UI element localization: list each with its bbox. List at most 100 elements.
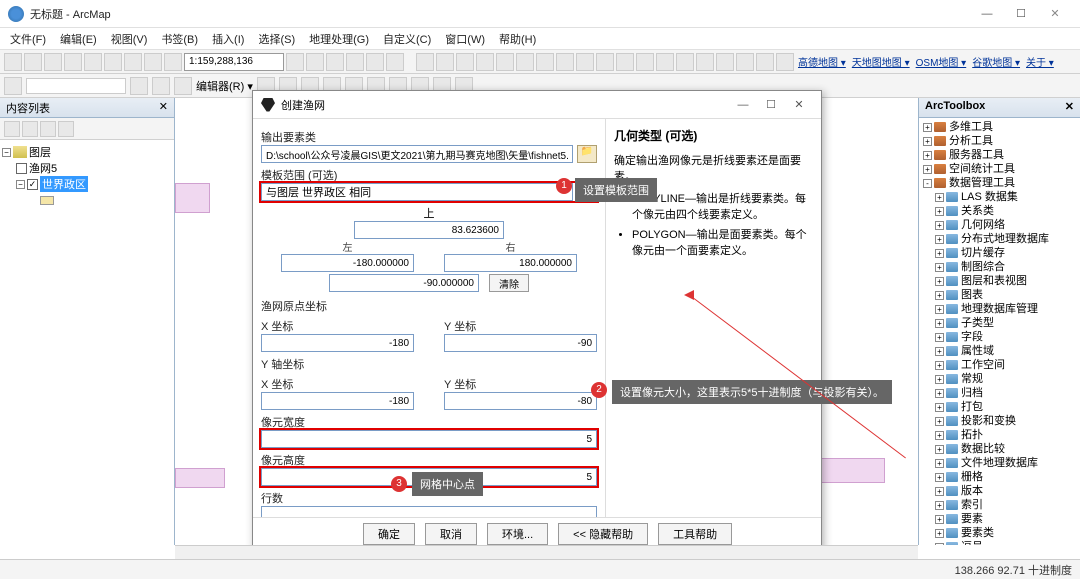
editor-menu[interactable]: 编辑器(R) ▾ [196, 78, 253, 94]
toolbox-item[interactable]: +打包 [921, 400, 1078, 414]
top-input[interactable] [354, 221, 504, 239]
tb2-b[interactable] [130, 77, 148, 95]
tb2-d[interactable] [174, 77, 192, 95]
catalog-icon[interactable] [756, 53, 774, 71]
pan-icon[interactable] [456, 53, 474, 71]
toolbox-item[interactable]: +常规 [921, 372, 1078, 386]
toolbox-item[interactable]: +图表 [921, 288, 1078, 302]
toolbox-item[interactable]: +制图综合 [921, 260, 1078, 274]
expand-icon[interactable]: + [923, 137, 932, 146]
menu-bookmark[interactable]: 书签(B) [155, 29, 204, 49]
expand-icon[interactable]: + [935, 263, 944, 272]
expand-icon[interactable]: + [923, 165, 932, 174]
expand-icon[interactable]: + [935, 473, 944, 482]
toc-source-icon[interactable] [22, 121, 38, 137]
toc-root-label[interactable]: 图层 [29, 144, 51, 160]
clear-button[interactable]: 清除 [489, 274, 529, 292]
select-icon[interactable] [576, 53, 594, 71]
expand-icon[interactable]: + [935, 319, 944, 328]
environment-button[interactable]: 环境... [487, 523, 548, 545]
toolbox-item[interactable]: +逗号 [921, 540, 1078, 545]
cancel-button[interactable]: 取消 [425, 523, 477, 545]
tb-icon-a[interactable] [286, 53, 304, 71]
toolbox-item[interactable]: +多维工具 [921, 120, 1078, 134]
toolbox-item[interactable]: -数据管理工具 [921, 176, 1078, 190]
expand-icon[interactable]: + [935, 389, 944, 398]
bottom-input[interactable] [329, 274, 479, 292]
save-icon[interactable] [44, 53, 62, 71]
expand-icon[interactable]: + [935, 375, 944, 384]
toolbox-item[interactable]: +属性域 [921, 344, 1078, 358]
expand-icon[interactable]: + [935, 431, 944, 440]
tool-help-button[interactable]: 工具帮助 [658, 523, 732, 545]
back-icon[interactable] [536, 53, 554, 71]
expand-icon[interactable]: + [935, 501, 944, 510]
toolbox-item[interactable]: +要素类 [921, 526, 1078, 540]
scale-combo[interactable]: 1:159,288,136 [184, 53, 284, 71]
yaxis-x-input[interactable] [261, 392, 414, 410]
link-osm[interactable]: OSM地图 ▾ [914, 54, 969, 69]
expand-icon[interactable]: + [923, 151, 932, 160]
toolbox-item[interactable]: +地理数据库管理 [921, 302, 1078, 316]
origin-x-input[interactable] [261, 334, 414, 352]
toolbox-item[interactable]: +文件地理数据库 [921, 456, 1078, 470]
toc-sel-icon[interactable] [58, 121, 74, 137]
menu-geoprocessing[interactable]: 地理处理(G) [303, 29, 375, 49]
tb-icon-d[interactable] [346, 53, 364, 71]
dialog-titlebar[interactable]: 创建渔网 — ☐ ✕ [253, 91, 821, 119]
dialog-maximize-button[interactable]: ☐ [757, 98, 785, 111]
map-scrollbar-h[interactable] [175, 545, 918, 559]
html-icon[interactable] [696, 53, 714, 71]
expand-icon[interactable]: + [935, 445, 944, 454]
menu-view[interactable]: 视图(V) [105, 29, 154, 49]
minimize-button[interactable]: — [970, 3, 1004, 25]
yaxis-y-input[interactable] [444, 392, 597, 410]
expand-icon[interactable]: + [935, 529, 944, 538]
tb-icon-f[interactable] [386, 53, 404, 71]
menu-insert[interactable]: 插入(I) [206, 29, 250, 49]
fixed-zoomout-icon[interactable] [516, 53, 534, 71]
undo-icon[interactable] [144, 53, 162, 71]
expand-icon[interactable]: + [923, 123, 932, 132]
new-icon[interactable] [4, 53, 22, 71]
collapse-icon[interactable]: − [16, 180, 25, 189]
menu-customize[interactable]: 自定义(C) [377, 29, 437, 49]
rows-input[interactable] [261, 506, 597, 517]
hide-help-button[interactable]: << 隐藏帮助 [558, 523, 648, 545]
expand-icon[interactable]: + [935, 543, 944, 546]
layer1-checkbox[interactable] [16, 163, 27, 174]
ok-button[interactable]: 确定 [363, 523, 415, 545]
toolbox-item[interactable]: +几何网络 [921, 218, 1078, 232]
paste-icon[interactable] [124, 53, 142, 71]
toc-close-icon[interactable]: ✕ [159, 100, 168, 115]
layer2-label[interactable]: 世界政区 [40, 176, 88, 192]
menu-select[interactable]: 选择(S) [252, 29, 301, 49]
toolbox-item[interactable]: +工作空间 [921, 358, 1078, 372]
toc-list-icon[interactable] [4, 121, 20, 137]
link-tianditu[interactable]: 天地图地图 ▾ [850, 54, 912, 69]
time-icon[interactable] [716, 53, 734, 71]
hyperlink-icon[interactable] [676, 53, 694, 71]
menu-file[interactable]: 文件(F) [4, 29, 52, 49]
origin-y-input[interactable] [444, 334, 597, 352]
expand-icon[interactable]: + [935, 515, 944, 524]
tb2-combo[interactable] [26, 78, 126, 94]
arctoolbox-close-icon[interactable]: ✕ [1065, 100, 1074, 115]
find-icon[interactable] [636, 53, 654, 71]
menu-window[interactable]: 窗口(W) [439, 29, 491, 49]
dialog-minimize-button[interactable]: — [729, 99, 757, 111]
menu-help[interactable]: 帮助(H) [493, 29, 542, 49]
expand-icon[interactable]: + [935, 235, 944, 244]
toolbox-item[interactable]: +索引 [921, 498, 1078, 512]
tb-icon-b[interactable] [306, 53, 324, 71]
left-input[interactable] [281, 254, 414, 272]
toolbox-item[interactable]: +图层和表视图 [921, 274, 1078, 288]
identify-icon[interactable] [616, 53, 634, 71]
link-gaode[interactable]: 高德地图 ▾ [796, 54, 848, 69]
zoomout-icon[interactable] [436, 53, 454, 71]
toolbox-item[interactable]: +切片缓存 [921, 246, 1078, 260]
expand-icon[interactable]: + [935, 193, 944, 202]
toolbox-icon[interactable] [736, 53, 754, 71]
toolbox-item[interactable]: +关系类 [921, 204, 1078, 218]
toolbox-item[interactable]: +LAS 数据集 [921, 190, 1078, 204]
